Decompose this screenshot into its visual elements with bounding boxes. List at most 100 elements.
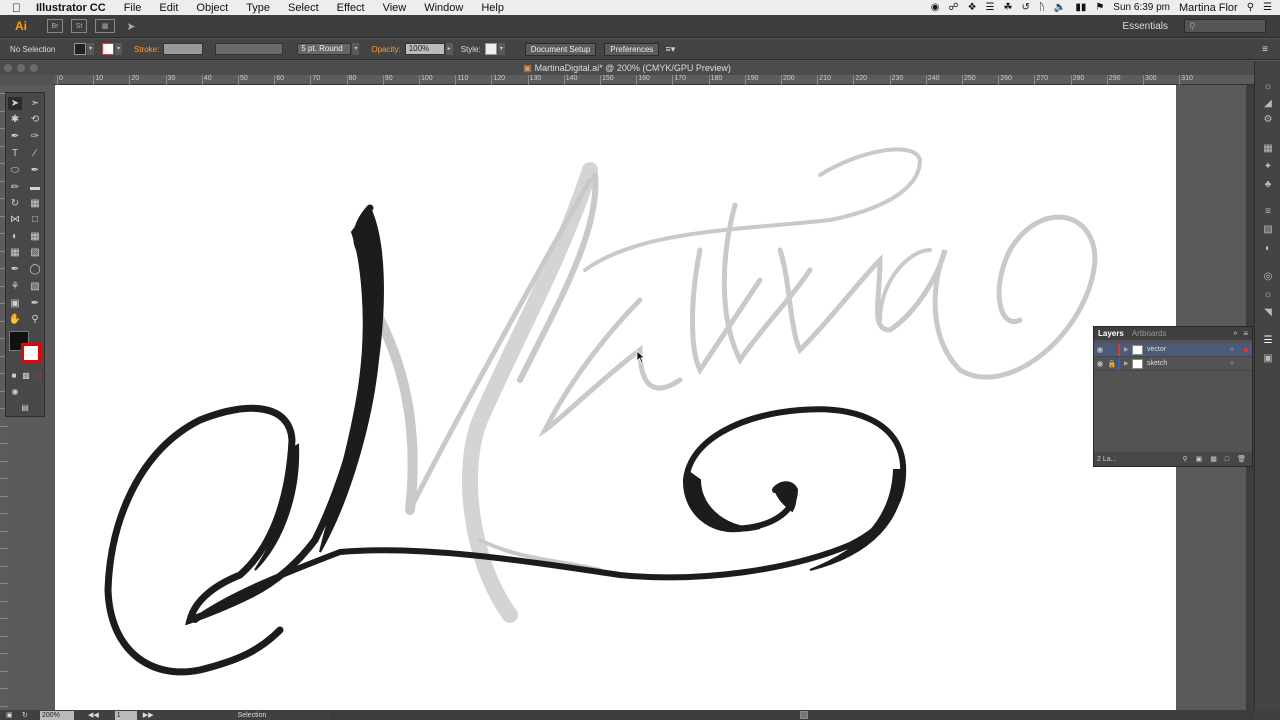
battery-icon[interactable]: ▮▮ bbox=[1075, 2, 1086, 13]
gradient-panel-icon[interactable]: ▧ bbox=[1262, 224, 1274, 235]
expand-triangle-icon[interactable]: ▶ bbox=[1124, 360, 1132, 367]
locate-object-icon[interactable]: ⚲ bbox=[1182, 455, 1187, 463]
stroke-swatch[interactable] bbox=[102, 43, 114, 55]
eraser-tool-icon[interactable]: ▬ bbox=[28, 181, 42, 194]
variable-width-profile[interactable] bbox=[215, 43, 284, 55]
opacity-field[interactable]: 100% bbox=[404, 43, 445, 55]
document-setup-button[interactable]: Document Setup bbox=[524, 42, 597, 56]
close-window-button[interactable] bbox=[4, 64, 12, 72]
scroll-thumb[interactable] bbox=[800, 711, 808, 719]
paintbrush-tool-icon[interactable]: ✒ bbox=[28, 164, 42, 177]
target-circle-icon[interactable]: ○ bbox=[1230, 346, 1234, 353]
hand-tool-icon[interactable]: ✋ bbox=[8, 313, 22, 326]
transparency-icon[interactable]: ◐ bbox=[1262, 243, 1274, 254]
draw-mode-icon[interactable]: ◉ bbox=[8, 385, 22, 398]
layer-row-sketch[interactable]: ◉ 🔒 ▶ sketch ○ bbox=[1094, 357, 1252, 371]
search-stock-input[interactable]: ⚲ bbox=[1184, 19, 1266, 33]
zoom-window-button[interactable] bbox=[30, 64, 38, 72]
brush-definition[interactable]: 5 pt. Round bbox=[297, 43, 352, 55]
panel-options-icon[interactable]: ≡ bbox=[1243, 329, 1248, 338]
stroke-color-box[interactable] bbox=[21, 343, 41, 363]
wifi-icon[interactable]: ☰ bbox=[986, 2, 995, 13]
panel-menu-icon[interactable]: ≡ bbox=[1262, 44, 1268, 55]
stroke-label[interactable]: Stroke: bbox=[134, 45, 159, 54]
minimize-window-button[interactable] bbox=[17, 64, 25, 72]
delete-layer-icon[interactable]: 🗑 bbox=[1237, 455, 1246, 463]
horizontal-scrollbar[interactable] bbox=[330, 710, 1254, 720]
collapse-panel-icon[interactable]: » bbox=[1233, 330, 1237, 337]
libraries-icon[interactable]: ☼ bbox=[1262, 81, 1274, 92]
direct-selection-tool-icon[interactable]: ➣ bbox=[28, 97, 42, 110]
menu-effect[interactable]: Effect bbox=[337, 2, 365, 14]
opacity-dropdown[interactable]: ▸ bbox=[445, 43, 453, 55]
magic-wand-tool-icon[interactable]: ✱ bbox=[8, 113, 22, 126]
menu-type[interactable]: Type bbox=[246, 2, 270, 14]
stroke-dropdown[interactable]: ▾ bbox=[115, 43, 122, 55]
stock-button[interactable]: St bbox=[71, 19, 87, 33]
mesh-tool-icon[interactable]: ▦ bbox=[8, 246, 22, 259]
asset-export-icon[interactable]: ◥ bbox=[1262, 307, 1274, 318]
visibility-eye-icon[interactable]: ◉ bbox=[1094, 345, 1106, 354]
target-circle-icon[interactable]: ○ bbox=[1230, 360, 1234, 367]
evernote-icon[interactable]: ☘ bbox=[1004, 2, 1013, 13]
clock-text[interactable]: Sun 6:39 pm bbox=[1113, 2, 1170, 13]
brushes-icon[interactable]: ✦ bbox=[1262, 161, 1274, 172]
tab-artboards[interactable]: Artboards bbox=[1128, 329, 1171, 338]
time-machine-icon[interactable]: ↺ bbox=[1021, 2, 1029, 13]
prev-artboard-icon[interactable]: ◀◀ bbox=[88, 711, 99, 719]
flag-icon[interactable]: ⚑ bbox=[1095, 2, 1104, 13]
symbols-icon[interactable]: ♣ bbox=[1262, 179, 1274, 190]
menu-help[interactable]: Help bbox=[481, 2, 504, 14]
zoom-level-field[interactable]: 200% bbox=[40, 710, 74, 720]
style-dropdown[interactable]: ▾ bbox=[497, 43, 505, 55]
lasso-tool-icon[interactable]: ⟲ bbox=[28, 113, 42, 126]
apple-icon[interactable]:  bbox=[12, 1, 30, 15]
color-guide-icon[interactable]: ⚙ bbox=[1262, 114, 1274, 125]
record-icon[interactable]: ◉ bbox=[931, 2, 940, 13]
appearance-icon[interactable]: ◎ bbox=[1262, 271, 1274, 282]
make-clipping-mask-icon[interactable]: ▣ bbox=[1196, 455, 1203, 463]
stroke-weight-field[interactable] bbox=[163, 43, 204, 55]
layer-row-vector[interactable]: ◉ ▶ vector ○ bbox=[1094, 343, 1252, 357]
curvature-tool-icon[interactable]: ✑ bbox=[28, 130, 42, 143]
visibility-eye-icon[interactable]: ◉ bbox=[1094, 359, 1106, 368]
pencil-tool-icon[interactable]: ✏ bbox=[8, 181, 22, 194]
creative-cloud-icon[interactable]: ☍ bbox=[948, 2, 958, 13]
color-panel-icon[interactable]: ◢ bbox=[1262, 98, 1274, 109]
type-tool-icon[interactable]: T bbox=[8, 147, 22, 160]
rotate-view-icon[interactable]: ↻ bbox=[22, 711, 28, 719]
menu-select[interactable]: Select bbox=[288, 2, 319, 14]
graphic-style-swatch[interactable] bbox=[484, 43, 497, 55]
new-sublayer-icon[interactable]: ▦ bbox=[1210, 455, 1217, 463]
symbol-sprayer-tool-icon[interactable]: ⚘ bbox=[8, 280, 22, 293]
artboard[interactable] bbox=[55, 85, 1176, 710]
blend-tool-icon[interactable]: ◯ bbox=[28, 263, 42, 276]
layer-name[interactable]: sketch bbox=[1147, 360, 1167, 367]
shape-builder-tool-icon[interactable]: ◐ bbox=[8, 230, 22, 243]
artboard-navigation-icon[interactable]: ▣ bbox=[6, 711, 13, 719]
artboard-number-field[interactable]: 1 bbox=[114, 710, 137, 720]
dropbox-icon[interactable]: ❖ bbox=[968, 2, 977, 13]
menu-app-name[interactable]: Illustrator CC bbox=[36, 2, 106, 14]
spotlight-icon[interactable]: ⚲ bbox=[1247, 2, 1254, 13]
align-options-icon[interactable]: ≡▾ bbox=[665, 44, 675, 55]
menu-object[interactable]: Object bbox=[196, 2, 228, 14]
tab-layers[interactable]: Layers bbox=[1094, 329, 1128, 338]
screen-mode-icon[interactable]: ▤ bbox=[18, 401, 32, 414]
layers-icon[interactable]: ☰ bbox=[1262, 335, 1274, 346]
zoom-tool-icon[interactable]: ⚲ bbox=[28, 313, 42, 326]
lettering-artwork[interactable] bbox=[55, 85, 1176, 710]
layer-name[interactable]: vector bbox=[1147, 346, 1166, 353]
workspace-switcher[interactable]: Essentials bbox=[1122, 21, 1168, 32]
opacity-label[interactable]: Opacity: bbox=[371, 45, 400, 54]
user-name[interactable]: Martina Flor bbox=[1179, 2, 1238, 14]
slice-tool-icon[interactable]: ✒ bbox=[28, 297, 42, 310]
swatches-icon[interactable]: ▦ bbox=[1262, 143, 1274, 154]
stroke-panel-icon[interactable]: ≡ bbox=[1262, 206, 1274, 217]
menu-view[interactable]: View bbox=[383, 2, 407, 14]
selection-tool-icon[interactable]: ➤ bbox=[8, 97, 22, 110]
artboard-tool-icon[interactable]: ▣ bbox=[8, 297, 22, 310]
bluetooth-icon[interactable]: ᚢ bbox=[1039, 2, 1045, 13]
bridge-button[interactable]: Br bbox=[47, 19, 63, 33]
scale-tool-icon[interactable]: ▦ bbox=[28, 197, 42, 210]
